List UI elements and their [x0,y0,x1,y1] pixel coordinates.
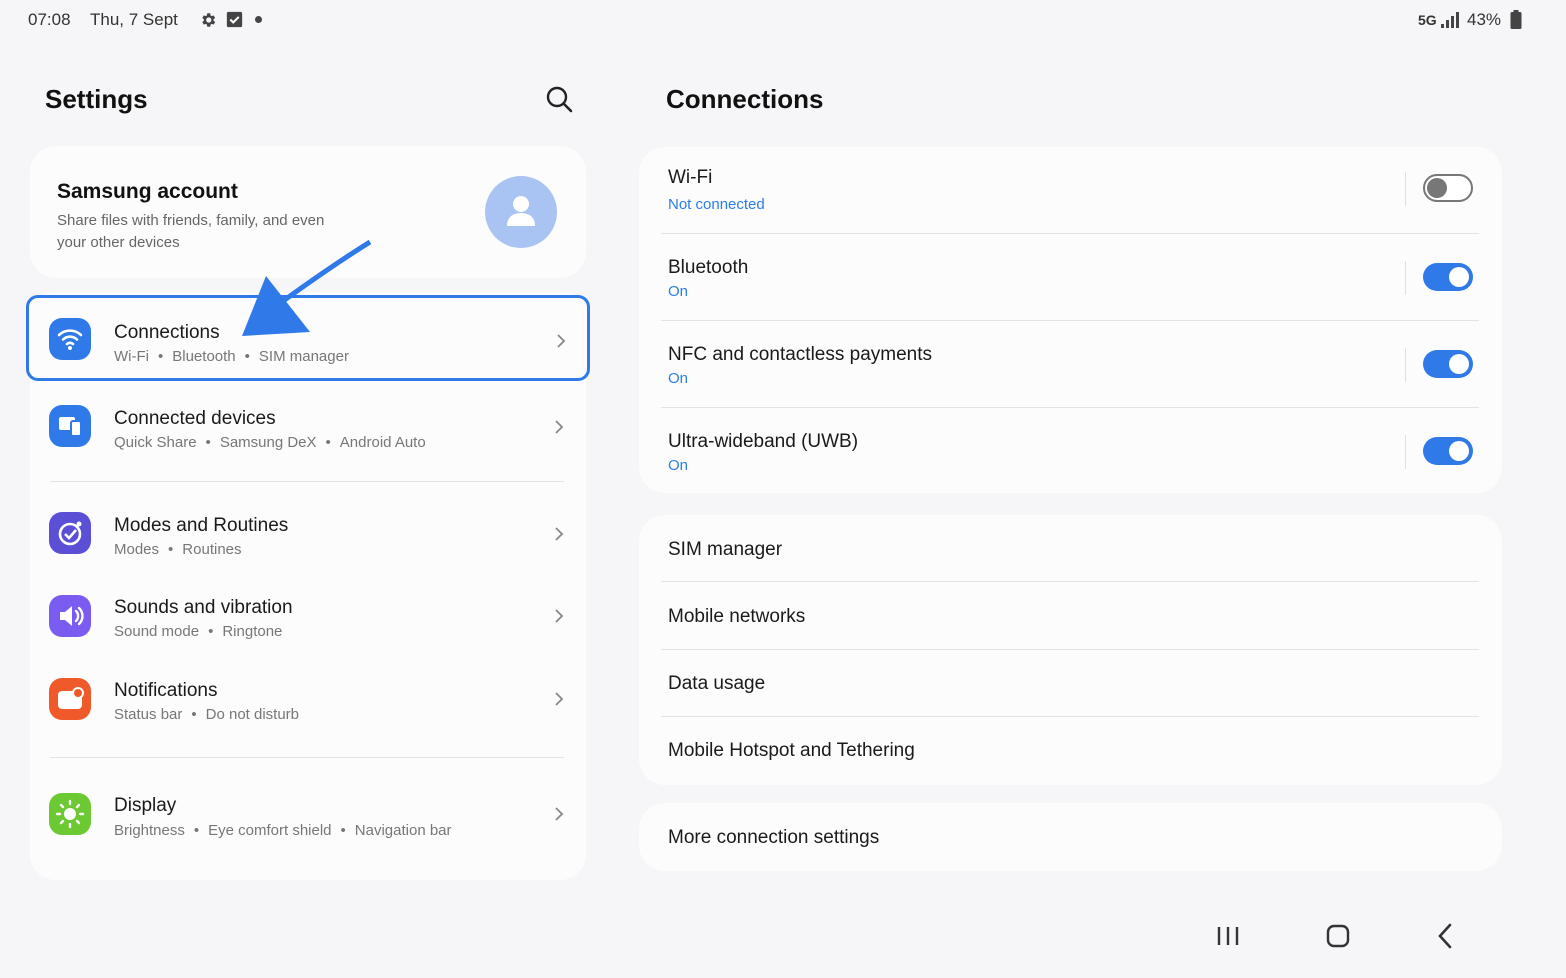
account-title: Samsung account [57,180,238,203]
divider [661,649,1479,650]
wifi-label[interactable]: Wi-Fi [668,167,712,189]
page-title: Settings [45,84,148,114]
status-date: Thu, 7 Sept [90,10,178,29]
chevron-right-icon [557,334,566,348]
connections-links-card: SIM manager Mobile networks Data usage M… [639,515,1502,785]
menu-item-modes-routines[interactable]: Modes and Routines Modes • Routines [30,491,586,577]
nfc-toggle[interactable] [1423,350,1473,378]
menu-item-subtitle: Modes • Routines [114,541,242,558]
chevron-right-icon [555,807,564,821]
menu-item-subtitle: Wi-Fi • Bluetooth • SIM manager [114,348,349,365]
notification-dot-icon [255,16,262,23]
gear-icon [202,13,216,27]
divider [661,581,1479,582]
check-circle-icon [49,512,91,554]
recent-apps-button[interactable] [1212,920,1244,952]
divider [1405,172,1406,206]
nfc-status: On [668,370,689,387]
divider [661,716,1479,717]
menu-item-title: Sounds and vibration [114,597,293,618]
wifi-icon [49,318,91,360]
menu-item-sounds-vibration[interactable]: Sounds and vibration Sound mode • Ringtone [30,574,586,660]
avatar[interactable] [485,176,557,248]
annotation-arrow-icon [242,240,372,336]
menu-item-title: Connections [114,322,220,343]
sun-icon [49,793,91,835]
signal-icon [1441,12,1459,28]
back-icon [1438,923,1452,949]
data-usage-link[interactable]: Data usage [668,673,765,695]
divider [1405,261,1406,295]
settings-menu: Connections Wi-Fi • Bluetooth • SIM manager … [26,292,590,880]
menu-item-subtitle: Quick Share • Samsung DeX • Android Auto [114,434,426,451]
menu-item-title: Notifications [114,680,218,701]
sim-manager-link[interactable]: SIM manager [668,539,782,561]
menu-item-title: Display [114,795,177,816]
devices-icon [49,405,91,447]
battery-icon [1510,10,1522,29]
chevron-right-icon [555,692,564,706]
home-button[interactable] [1322,920,1354,952]
mobile-networks-link[interactable]: Mobile networks [668,606,805,628]
section-title: Connections [666,84,824,114]
home-icon [1326,924,1350,948]
person-icon [507,196,535,226]
uwb-toggle[interactable] [1423,437,1473,465]
checkbox-icon [226,11,243,28]
more-settings-card: More connection settings [639,803,1502,871]
chevron-right-icon [555,527,564,541]
menu-item-subtitle: Brightness • Eye comfort shield • Navigation… [114,822,452,839]
menu-item-display[interactable]: Display Brightness • Eye comfort shield • Na… [30,772,586,858]
status-time: 07:08 [28,10,71,29]
battery-percent: 43% [1467,10,1502,29]
menu-item-title: Modes and Routines [114,515,289,536]
hotspot-tethering-link[interactable]: Mobile Hotspot and Tethering [668,740,915,762]
divider [50,481,564,482]
divider [661,407,1479,408]
wifi-status: Not connected [668,196,765,213]
divider [1405,435,1406,469]
menu-item-title: Connected devices [114,408,276,429]
divider [661,233,1479,234]
uwb-status: On [668,457,689,474]
back-button[interactable] [1430,920,1462,952]
chevron-right-icon [555,420,564,434]
status-bar: 07:08 Thu, 7 Sept 5G 43% [0,0,1566,40]
divider [661,320,1479,321]
divider [50,757,564,758]
menu-item-notifications[interactable]: Notifications Status bar • Do not disturb [30,657,586,743]
connections-toggles-card: Wi-Fi Not connected Bluetooth On NFC and… [639,147,1502,493]
recent-apps-icon [1217,927,1239,945]
bluetooth-label[interactable]: Bluetooth [668,257,748,279]
bluetooth-status: On [668,283,689,300]
network-type: 5G [1418,12,1437,28]
more-connection-settings-link[interactable]: More connection settings [668,827,879,849]
search-button[interactable] [544,84,574,114]
menu-item-subtitle: Status bar • Do not disturb [114,706,300,723]
chevron-right-icon [555,609,564,623]
notification-icon [49,678,91,720]
search-icon [546,86,573,113]
menu-item-connected-devices[interactable]: Connected devices Quick Share • Samsung De… [30,384,586,470]
menu-item-subtitle: Sound mode • Ringtone [114,623,283,640]
wifi-toggle[interactable] [1423,174,1473,202]
bluetooth-toggle[interactable] [1423,263,1473,291]
nfc-label[interactable]: NFC and contactless payments [668,344,932,366]
speaker-icon [49,595,91,637]
divider [1405,348,1406,382]
uwb-label[interactable]: Ultra-wideband (UWB) [668,431,858,453]
